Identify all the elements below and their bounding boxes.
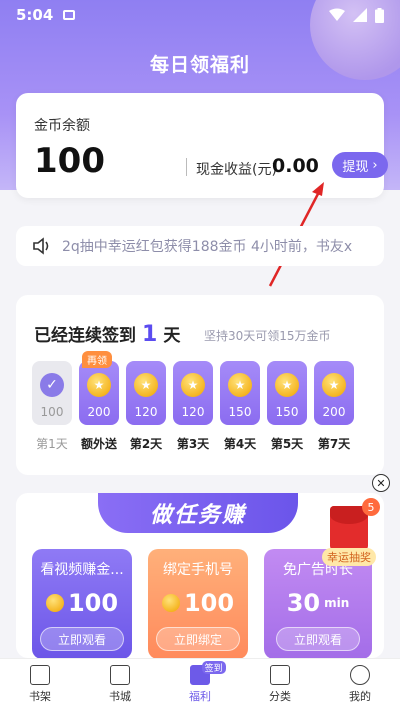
watch-now-button[interactable]: 立即观看 [40, 627, 124, 651]
tab-bookstore[interactable]: 书城 [80, 659, 160, 710]
image-notification-icon [63, 10, 76, 20]
battery-icon [375, 7, 384, 23]
tab-label: 书城 [109, 690, 131, 703]
notice-text: 2q抽中幸运红包获得188金币 4小时前，书友x [62, 239, 353, 255]
checkin-title-suffix: 天 [163, 326, 181, 346]
day-item[interactable]: ★ 120 第2天 [126, 361, 166, 452]
tab-profile[interactable]: 我的 [320, 659, 400, 710]
task-watch-video[interactable]: 看视频赚金... 100 立即观看 [32, 549, 132, 658]
day-amount: 200 [87, 405, 111, 419]
task-amount: 100 [67, 589, 119, 617]
task-reward: 30 min [264, 589, 372, 617]
day-label: 额外送 [80, 437, 117, 451]
task-title: 看视频赚金... [40, 562, 124, 578]
grid-icon [270, 665, 290, 685]
day-amount: 150 [228, 405, 252, 419]
coin-icon: ★ [228, 373, 252, 397]
double-reward-badge: 再领 [82, 351, 112, 368]
page-title: 每日领福利 [149, 54, 250, 76]
wifi-icon [329, 8, 345, 21]
coin-icon: ★ [134, 373, 158, 397]
bookshelf-icon [30, 665, 50, 685]
tab-label: 福利 [189, 690, 211, 703]
day-item[interactable]: ★ 200 第7天 [314, 361, 354, 452]
task-banner: 做任务赚 [98, 493, 298, 533]
withdraw-button[interactable]: 提现 › [332, 152, 388, 178]
day-item[interactable]: ★ 150 第4天 [220, 361, 260, 452]
speaker-icon [33, 237, 49, 255]
cash-earnings-value: 0.00 [272, 155, 319, 177]
day-item[interactable]: ✓ 100 第1天 [32, 361, 72, 452]
checkin-badge: 签到 [201, 661, 226, 674]
day-label: 第2天 [129, 437, 163, 451]
day-label: 第4天 [223, 437, 257, 451]
lucky-count-badge: 5 [362, 498, 380, 516]
status-bar: 5:04 [0, 0, 400, 30]
checkin-days: 1 [142, 322, 158, 347]
day-label: 第3天 [176, 437, 210, 451]
task-unit: min [324, 596, 350, 610]
coin-icon: ★ [181, 373, 205, 397]
checkin-days-row: ✓ 100 第1天 ★ 200 额外送 再领 ★ 120 第2天 ★ 120 第… [32, 351, 372, 471]
day-amount: 120 [181, 405, 205, 419]
day-label: 第7天 [317, 437, 351, 451]
book-icon [110, 665, 130, 685]
task-reward: 100 [32, 589, 132, 617]
bottom-tab-bar: 书架 书城 签到 福利 分类 我的 [0, 658, 400, 710]
day-item[interactable]: ★ 120 第3天 [173, 361, 213, 452]
task-amount: 100 [183, 589, 235, 617]
watch-now-button[interactable]: 立即观看 [276, 627, 360, 651]
balance-card: 金币余额 100 现金收益(元) 0.00 提现 › [16, 93, 388, 198]
checkin-title-prefix: 已经连续签到 [34, 326, 136, 346]
lucky-draw-widget[interactable]: 5 幸运抽奖 [322, 498, 380, 566]
day-item[interactable]: ★ 150 第5天 [267, 361, 307, 452]
day-item[interactable]: ★ 200 额外送 [79, 361, 119, 452]
withdraw-label: 提现 [342, 159, 369, 175]
check-icon: ✓ [40, 373, 64, 397]
divider [186, 158, 187, 176]
coin-balance-label: 金币余额 [34, 118, 90, 134]
task-reward: 100 [148, 589, 248, 617]
coin-icon [161, 594, 180, 612]
day-amount: 100 [40, 405, 64, 419]
day-amount: 120 [134, 405, 158, 419]
task-amount: 30 [286, 589, 321, 617]
tab-label: 我的 [349, 690, 371, 703]
coin-icon: ★ [275, 373, 299, 397]
lucky-draw-label: 幸运抽奖 [322, 548, 376, 566]
coin-icon [45, 594, 64, 612]
close-icon[interactable]: ✕ [372, 474, 390, 492]
tab-label: 书架 [29, 690, 51, 703]
checkin-hint: 坚持30天可领15万金币 [204, 329, 331, 343]
task-list: 看视频赚金... 100 立即观看 绑定手机号 100 立即绑定 免广告时长 3… [32, 549, 372, 658]
tab-welfare[interactable]: 签到 福利 [160, 659, 240, 710]
notice-bar[interactable]: 2q抽中幸运红包获得188金币 4小时前，书友x [16, 226, 384, 266]
checkin-title: 已经连续签到 1 天 [34, 321, 180, 347]
day-label: 第5天 [270, 437, 304, 451]
cash-earnings-label: 现金收益(元) [196, 162, 277, 178]
task-title: 绑定手机号 [163, 562, 233, 578]
tab-bookshelf[interactable]: 书架 [0, 659, 80, 710]
coin-balance-value: 100 [34, 141, 105, 181]
day-amount: 200 [322, 405, 346, 419]
tab-label: 分类 [269, 690, 291, 703]
coin-icon: ★ [322, 373, 346, 397]
signal-icon [353, 8, 367, 22]
chevron-right-icon: › [372, 157, 378, 173]
task-bind-phone[interactable]: 绑定手机号 100 立即绑定 [148, 549, 248, 658]
smile-icon [350, 665, 370, 685]
status-time: 5:04 [16, 6, 54, 24]
bind-now-button[interactable]: 立即绑定 [156, 627, 240, 651]
day-amount: 150 [275, 405, 299, 419]
tab-category[interactable]: 分类 [240, 659, 320, 710]
checkin-card: 已经连续签到 1 天 坚持30天可领15万金币 ✓ 100 第1天 ★ 200 … [16, 295, 384, 475]
coin-icon: ★ [87, 373, 111, 397]
day-label: 第1天 [36, 437, 68, 451]
